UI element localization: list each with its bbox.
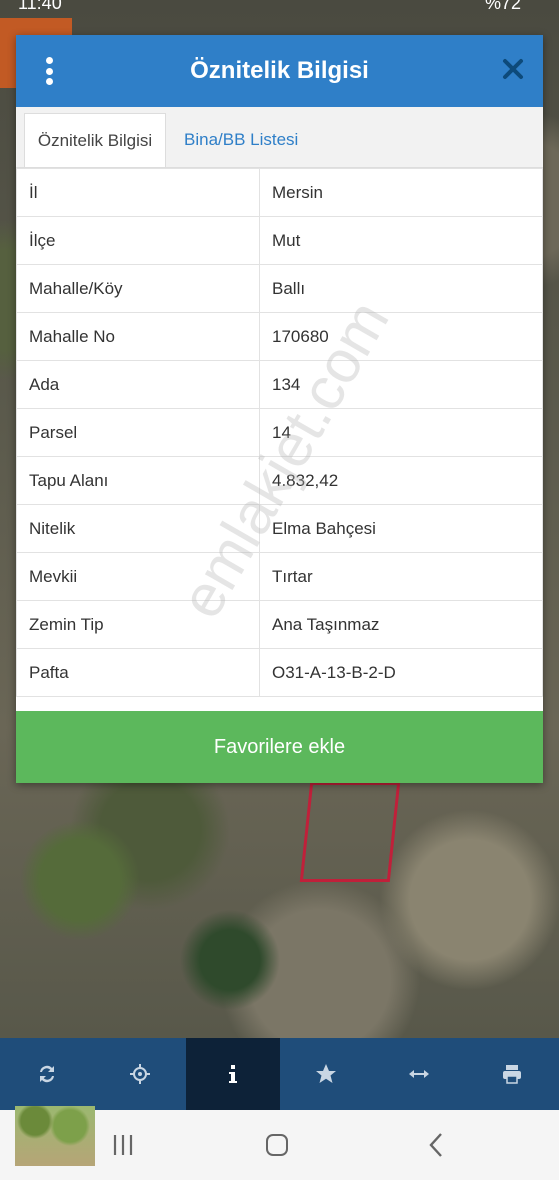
attribute-key: Zemin Tip [16, 600, 260, 649]
attribute-value: O31-A-13-B-2-D [259, 648, 543, 697]
attribute-value: Mut [259, 216, 543, 265]
measure-button[interactable] [373, 1038, 466, 1110]
table-row: Mahalle/Köy Ballı [16, 264, 543, 313]
add-to-favorites-button[interactable]: Favorilere ekle [16, 711, 543, 783]
attribute-dialog: Öznitelik Bilgisi Öznitelik Bilgisi Bina… [16, 35, 543, 783]
status-time: 11:40 [18, 0, 62, 13]
table-row: Ada 134 [16, 360, 543, 409]
attribute-table: İl Mersin İlçe Mut Mahalle/Köy Ballı Mahalle N… [16, 168, 543, 697]
attribute-value: Ballı [259, 264, 543, 313]
print-icon [503, 1065, 522, 1084]
back-icon[interactable] [426, 1132, 446, 1158]
print-button[interactable] [466, 1038, 559, 1110]
table-row: İlçe Mut [16, 216, 543, 265]
refresh-button[interactable] [0, 1038, 93, 1110]
table-row: Mahalle No 170680 [16, 312, 543, 361]
refresh-icon [39, 1065, 54, 1083]
attribute-value: 134 [259, 360, 543, 409]
info-button[interactable] [186, 1038, 280, 1110]
status-bar: 11:40 %72 [0, 0, 559, 14]
attribute-key: Parsel [16, 408, 260, 457]
attribute-key: Ada [16, 360, 260, 409]
attribute-key: Mevkii [16, 552, 260, 601]
dialog-header: Öznitelik Bilgisi [16, 35, 543, 107]
attribute-value: 170680 [259, 312, 543, 361]
table-row: Mevkii Tırtar [16, 552, 543, 601]
attribute-key: Mahalle/Köy [16, 264, 260, 313]
attribute-value: Mersin [259, 168, 543, 217]
table-row: Tapu Alanı 4.832,42 [16, 456, 543, 505]
attribute-value: Tırtar [259, 552, 543, 601]
attribute-key: Nitelik [16, 504, 260, 553]
attribute-value: 4.832,42 [259, 456, 543, 505]
home-icon[interactable] [266, 1134, 288, 1156]
tab-building-list[interactable]: Bina/BB Listesi [172, 113, 310, 167]
recent-app-thumbnail[interactable] [15, 1106, 95, 1166]
attribute-key: İlçe [16, 216, 260, 265]
parcel-outline[interactable] [299, 782, 401, 882]
attribute-key: Tapu Alanı [16, 456, 260, 505]
attribute-value: 14 [259, 408, 543, 457]
system-nav-bar [0, 1106, 559, 1180]
battery-level: %72 [484, 0, 521, 13]
dialog-title: Öznitelik Bilgisi [190, 57, 369, 84]
table-row: İl Mersin [16, 168, 543, 217]
info-icon [228, 1065, 237, 1083]
table-row: Parsel 14 [16, 408, 543, 457]
bottom-toolbar [0, 1038, 559, 1110]
table-row: Pafta O31-A-13-B-2-D [16, 648, 543, 697]
attribute-key: Mahalle No [16, 312, 260, 361]
recent-apps-icon[interactable] [112, 1134, 136, 1156]
table-row: Zemin Tip Ana Taşınmaz [16, 600, 543, 649]
table-row: Nitelik Elma Bahçesi [16, 504, 543, 553]
attribute-key: Pafta [16, 648, 260, 697]
measure-icon [409, 1070, 430, 1078]
tab-attribute-info[interactable]: Öznitelik Bilgisi [24, 113, 166, 167]
locate-icon [129, 1064, 150, 1084]
attribute-key: İl [16, 168, 260, 217]
star-icon [316, 1064, 337, 1083]
locate-button[interactable] [93, 1038, 186, 1110]
dialog-tabs: Öznitelik Bilgisi Bina/BB Listesi [16, 107, 543, 168]
close-icon[interactable] [501, 57, 525, 81]
favorites-button[interactable] [280, 1038, 373, 1110]
attribute-value: Ana Taşınmaz [259, 600, 543, 649]
attribute-value: Elma Bahçesi [259, 504, 543, 553]
